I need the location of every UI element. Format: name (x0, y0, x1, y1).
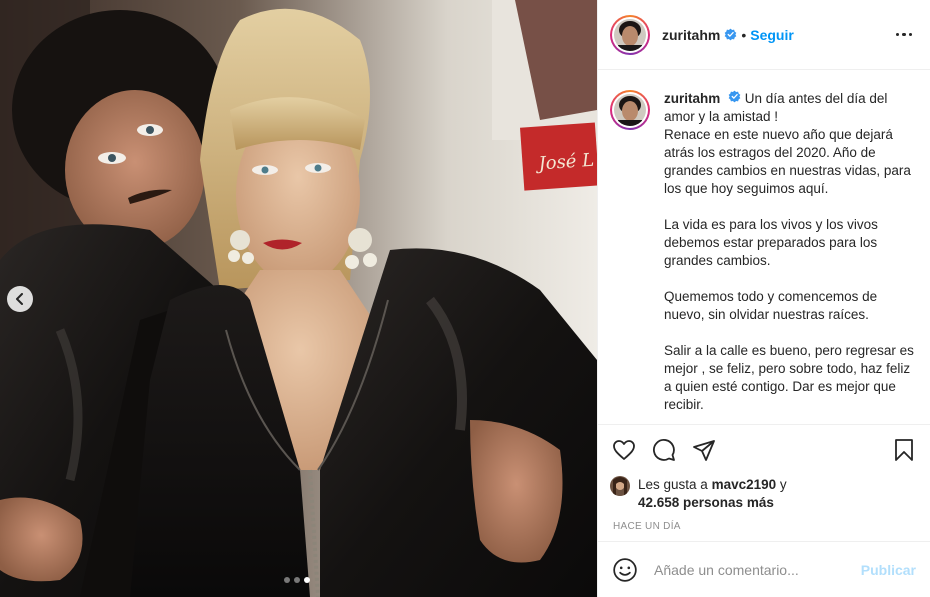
carousel-dot (294, 577, 300, 583)
instagram-post: José L zuritahm • Seguir zuritahm Un día… (0, 0, 930, 597)
comment-button[interactable] (650, 436, 678, 464)
likes-summary: Les gusta a mavc2190 y 42.658 personas m… (598, 475, 930, 513)
carousel-indicator (284, 577, 310, 583)
comments-area[interactable]: zuritahm Un día antes del día del amor y… (598, 70, 930, 425)
likes-count[interactable]: 42.658 personas más (638, 495, 774, 510)
post-photo[interactable]: José L (0, 0, 597, 597)
avatar-image (614, 18, 646, 51)
caption-username[interactable]: zuritahm (664, 91, 720, 106)
more-options-button[interactable] (890, 27, 919, 43)
follow-button[interactable]: Seguir (750, 27, 794, 43)
more-icon (895, 32, 899, 37)
post-header: zuritahm • Seguir (598, 0, 930, 70)
caption-paragraph: Quememos todo y comencemos de nuevo, sin… (664, 289, 878, 322)
likes-text: Les gusta a mavc2190 y 42.658 personas m… (638, 476, 787, 512)
avatar-image (614, 94, 646, 126)
share-icon (693, 440, 715, 461)
caption-author-avatar[interactable] (610, 90, 650, 130)
post-side-panel: zuritahm • Seguir zuritahm Un día antes … (597, 0, 930, 597)
post-timestamp[interactable]: HACE UN DÍA (598, 513, 930, 541)
carousel-prev-button[interactable] (7, 286, 33, 312)
action-bar (598, 425, 930, 475)
carousel-dot (284, 577, 290, 583)
caption-paragraph: Un día antes del día del amor y la amist… (664, 91, 911, 196)
header-separator: • (741, 26, 747, 43)
share-button[interactable] (690, 436, 718, 464)
likes-connector: y (779, 477, 787, 492)
likes-prefix: Les gusta a (638, 477, 708, 492)
verified-icon (728, 90, 741, 103)
poster-text: José L (534, 150, 595, 175)
liker-avatar[interactable] (610, 476, 630, 496)
heart-icon (613, 440, 635, 460)
author-avatar[interactable] (610, 14, 650, 55)
caption-paragraph: La vida es para los vivos y los vivos de… (664, 217, 878, 268)
chevron-left-icon (16, 293, 23, 305)
caption-text: zuritahm Un día antes del día del amor y… (664, 90, 918, 424)
carousel-dot-active (304, 577, 310, 583)
author-username[interactable]: zuritahm (662, 27, 720, 43)
add-comment-form: Publicar (598, 541, 930, 597)
publish-button[interactable]: Publicar (861, 562, 916, 578)
liker-username[interactable]: mavc2190 (712, 477, 777, 492)
post-caption: zuritahm Un día antes del día del amor y… (610, 90, 918, 424)
save-button[interactable] (890, 436, 918, 464)
caption-paragraph: Salir a la calle es bueno, pero regresar… (664, 343, 914, 412)
bookmark-icon (895, 439, 913, 461)
emoji-icon[interactable] (612, 557, 638, 583)
photo-image: José L (0, 0, 597, 597)
like-button[interactable] (610, 436, 638, 464)
verified-icon (724, 28, 737, 41)
comment-input[interactable] (654, 561, 853, 578)
comment-icon (653, 439, 675, 461)
